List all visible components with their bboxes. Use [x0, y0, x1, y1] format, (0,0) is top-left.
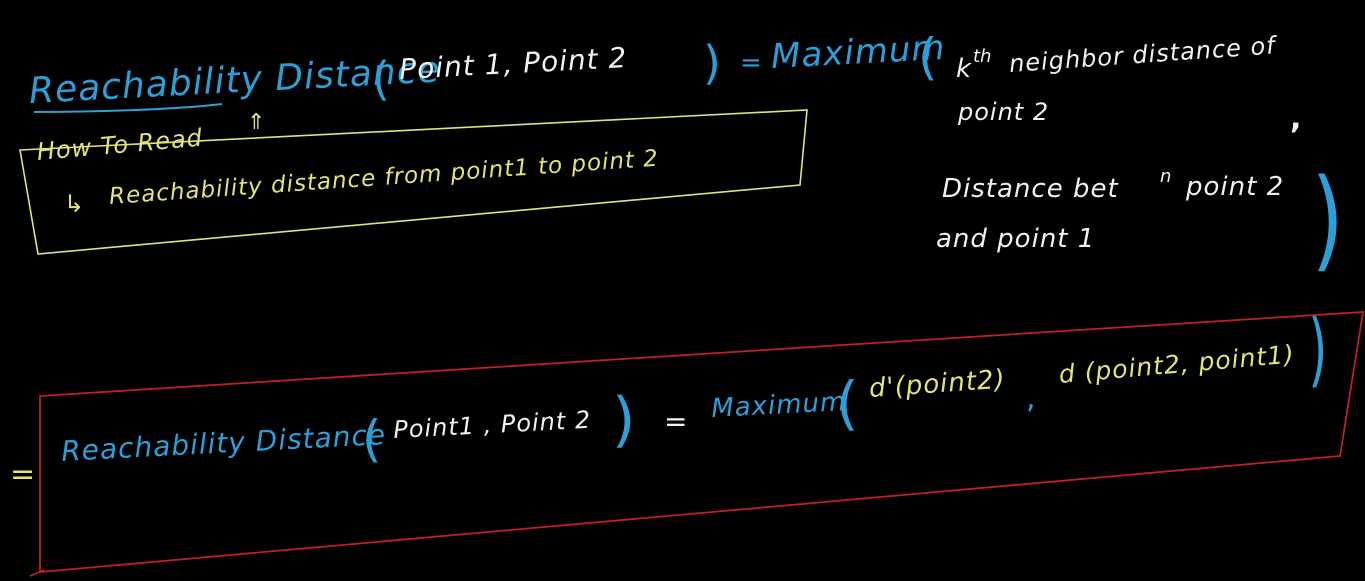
formula-box [39, 311, 1365, 573]
formula-box-tail [29, 569, 45, 577]
handdrawn-strokes [19, 103, 1365, 577]
how-to-read-box [19, 109, 808, 255]
reachability-underline [33, 103, 223, 113]
whiteboard-canvas: Reachability Distance ( Point 1, Point 2… [0, 0, 1365, 581]
